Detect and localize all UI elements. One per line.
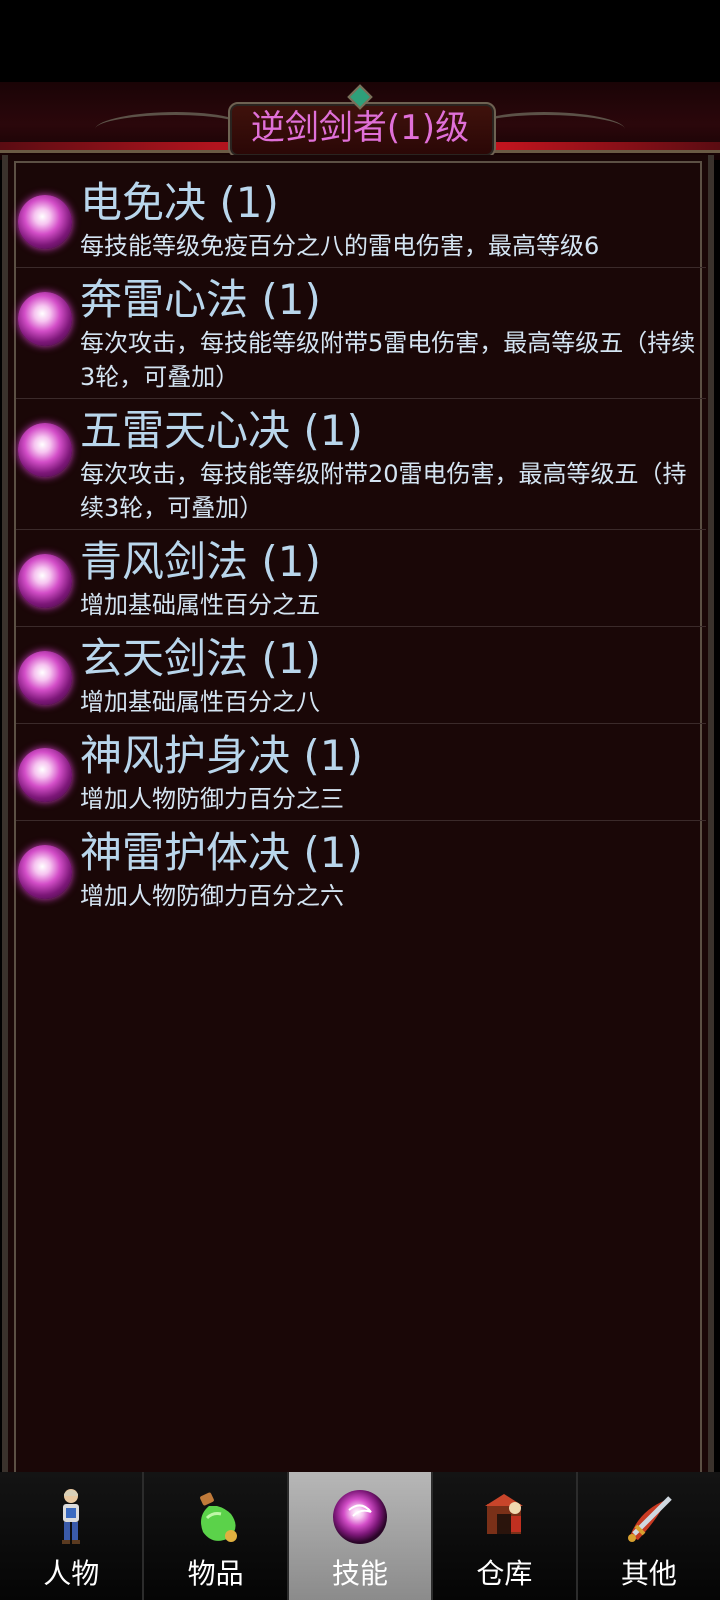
skill-orb-icon bbox=[18, 423, 72, 477]
tab-warehouse[interactable]: 仓库 bbox=[433, 1472, 578, 1600]
skill-orb-icon bbox=[333, 1490, 388, 1544]
skill-orb-icon bbox=[18, 651, 72, 705]
skill-orb-icon bbox=[18, 195, 72, 249]
skill-description: 增加人物防御力百分之三 bbox=[80, 785, 344, 813]
skill-orb-icon bbox=[18, 554, 72, 608]
skill-text: 青风剑法 (1) 增加基础属性百分之五 bbox=[80, 536, 706, 622]
skill-list: 电免决 (1) 每技能等级免疫百分之八的雷电伤害，最高等级6 奔雷心法 (1) … bbox=[16, 171, 706, 917]
tab-character[interactable]: 人物 bbox=[0, 1472, 145, 1600]
skill-text: 奔雷心法 (1) 每次攻击，每技能等级附带5雷电伤害，最高等级五（持续3轮，可叠… bbox=[80, 274, 706, 394]
skill-orb-icon bbox=[18, 845, 72, 899]
skill-row[interactable]: 玄天剑法 (1) 增加基础属性百分之八 bbox=[16, 627, 706, 724]
skill-row[interactable]: 五雷天心决 (1) 每次攻击，每技能等级附带20雷电伤害，最高等级五（持续3轮，… bbox=[16, 399, 706, 530]
character-icon bbox=[62, 1489, 81, 1544]
skill-description: 增加基础属性百分之八 bbox=[80, 688, 320, 716]
warehouse-icon bbox=[485, 1494, 524, 1534]
tab-label: 物品 bbox=[187, 1557, 244, 1590]
tab-label: 仓库 bbox=[476, 1557, 533, 1590]
skill-name: 五雷天心决 (1) bbox=[80, 406, 363, 455]
tab-label: 其他 bbox=[620, 1557, 677, 1590]
page-title: 逆剑剑者(1)级 bbox=[250, 108, 470, 148]
skill-text: 神风护身决 (1) 增加人物防御力百分之三 bbox=[80, 730, 706, 816]
skill-row[interactable]: 青风剑法 (1) 增加基础属性百分之五 bbox=[16, 530, 706, 627]
skill-description: 每次攻击，每技能等级附带5雷电伤害，最高等级五（持续3轮，可叠加） bbox=[80, 329, 696, 391]
skill-row[interactable]: 电免决 (1) 每技能等级免疫百分之八的雷电伤害，最高等级6 bbox=[16, 171, 706, 268]
title-bar: 逆剑剑者(1)级 bbox=[0, 82, 720, 160]
skill-description: 增加人物防御力百分之六 bbox=[80, 882, 344, 910]
skill-orb-icon bbox=[18, 748, 72, 802]
skill-text: 玄天剑法 (1) 增加基础属性百分之八 bbox=[80, 633, 706, 719]
tab-other[interactable]: 其他 bbox=[577, 1472, 720, 1600]
potion-icon bbox=[199, 1492, 237, 1542]
skill-panel: 电免决 (1) 每技能等级免疫百分之八的雷电伤害，最高等级6 奔雷心法 (1) … bbox=[2, 155, 714, 1472]
tab-skills[interactable]: 技能 bbox=[288, 1472, 434, 1600]
skill-name: 神雷护体决 (1) bbox=[80, 828, 363, 877]
skill-text: 电免决 (1) 每技能等级免疫百分之八的雷电伤害，最高等级6 bbox=[80, 177, 706, 263]
skill-text: 五雷天心决 (1) 每次攻击，每技能等级附带20雷电伤害，最高等级五（持续3轮，… bbox=[80, 405, 706, 525]
skill-row[interactable]: 神雷护体决 (1) 增加人物防御力百分之六 bbox=[16, 821, 706, 917]
skill-row[interactable]: 神风护身决 (1) 增加人物防御力百分之三 bbox=[16, 724, 706, 821]
skill-description: 每次攻击，每技能等级附带20雷电伤害，最高等级五（持续3轮，可叠加） bbox=[80, 460, 687, 522]
ornament-left bbox=[88, 112, 252, 145]
tab-label: 技能 bbox=[332, 1557, 389, 1590]
skill-name: 玄天剑法 (1) bbox=[80, 634, 321, 683]
skill-row[interactable]: 奔雷心法 (1) 每次攻击，每技能等级附带5雷电伤害，最高等级五（持续3轮，可叠… bbox=[16, 268, 706, 399]
skill-description: 增加基础属性百分之五 bbox=[80, 591, 320, 619]
skill-name: 电免决 (1) bbox=[80, 178, 279, 227]
skill-name: 青风剑法 (1) bbox=[80, 537, 321, 586]
skill-name: 奔雷心法 (1) bbox=[80, 275, 321, 324]
tab-items[interactable]: 物品 bbox=[144, 1472, 289, 1600]
other-sword-icon bbox=[627, 1496, 672, 1542]
status-bar bbox=[0, 0, 720, 82]
skill-orb-icon bbox=[18, 292, 72, 346]
skill-text: 神雷护体决 (1) 增加人物防御力百分之六 bbox=[80, 827, 706, 913]
skill-description: 每技能等级免疫百分之八的雷电伤害，最高等级6 bbox=[80, 232, 600, 260]
bottom-nav: 人物 物品 技能 仓库 其他 bbox=[0, 1472, 720, 1600]
tab-label: 人物 bbox=[43, 1557, 100, 1590]
skill-panel-inner: 电免决 (1) 每技能等级免疫百分之八的雷电伤害，最高等级6 奔雷心法 (1) … bbox=[14, 161, 706, 1472]
skill-name: 神风护身决 (1) bbox=[80, 731, 363, 780]
